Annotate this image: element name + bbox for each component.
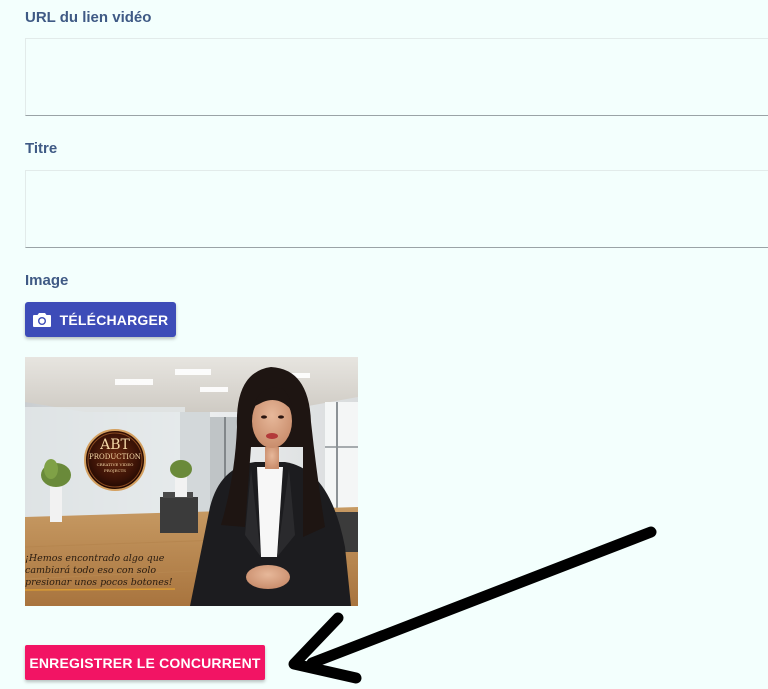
save-competitor-button[interactable]: ENREGISTRER LE CONCURRENT [25, 645, 265, 680]
preview-logo-sub: PRODUCTION [89, 453, 141, 461]
preview-caption-line: ¡Hemos encontrado algo que [25, 553, 165, 564]
preview-logo: ABT PRODUCTION CREATIVE VIDEO PROJECTS [85, 438, 145, 474]
upload-button[interactable]: TÉLÉCHARGER [25, 302, 176, 337]
preview-caption-line: presionar unos pocos botones! [25, 577, 173, 588]
camera-icon [32, 312, 51, 327]
video-url-label: URL du lien vidéo [25, 9, 152, 26]
preview-logo-main: ABT [100, 437, 130, 453]
form-page: URL du lien vidéo Titre Image TÉLÉCHARGE… [0, 0, 768, 689]
preview-caption: ¡Hemos encontrado algo que cambiará todo… [25, 553, 185, 589]
preview-caption-line: cambiará todo eso con solo [25, 565, 157, 576]
title-label: Titre [25, 140, 58, 157]
preview-image: ABT PRODUCTION CREATIVE VIDEO PROJECTS ¡… [25, 357, 358, 606]
preview-logo-tiny: CREATIVE VIDEO PROJECTS [96, 462, 134, 473]
image-label: Image [25, 272, 69, 289]
title-input[interactable] [25, 170, 768, 248]
video-url-input[interactable] [25, 38, 768, 116]
upload-button-label: TÉLÉCHARGER [59, 311, 169, 328]
